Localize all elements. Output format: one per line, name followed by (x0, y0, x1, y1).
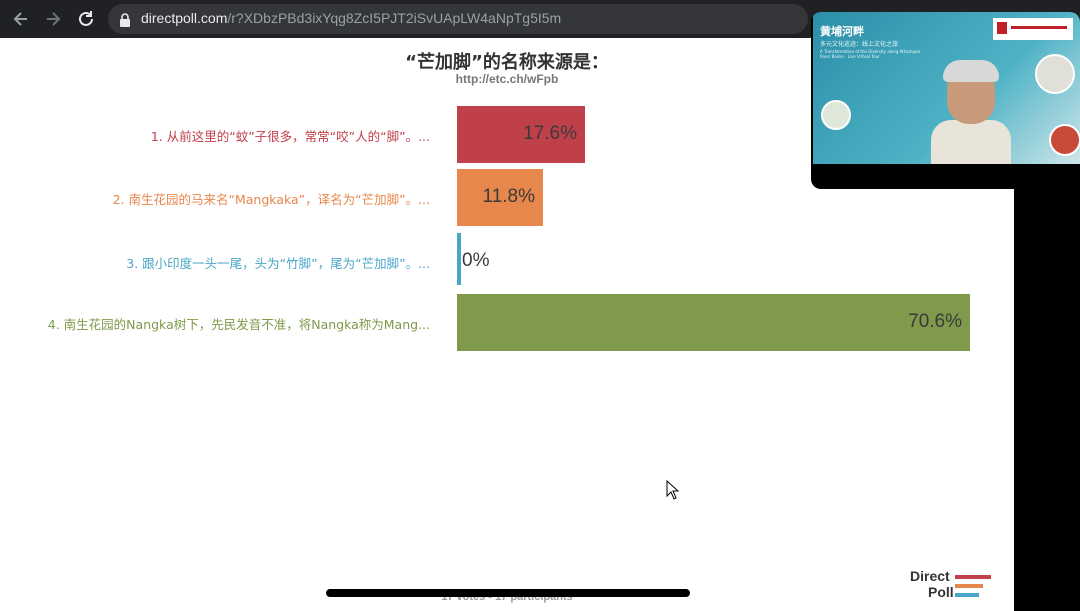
video-background: 黄埔河畔 多元文化巡迹：线上文化之旅 A Transformation of t… (813, 12, 1080, 164)
option-label: 3. 跟小印度一头一尾，头为“竹脚”，尾为“芒加脚”。... (126, 256, 430, 271)
address-bar[interactable]: directpoll.com/r?XDbzPBd3ixYqg8ZcI5PJT2i… (108, 4, 808, 34)
option-percent: 11.8% (482, 186, 535, 207)
option-label: 4. 南生花园的Nangka树下，先民发音不准，将Nangka称为Mang... (47, 317, 430, 332)
building-photo (821, 100, 851, 130)
presenter-video (925, 60, 1017, 164)
lock-icon[interactable] (118, 12, 132, 27)
url-text[interactable]: directpoll.com/r?XDbzPBd3ixYqg8ZcI5PJT2i… (141, 10, 561, 26)
video-subline: 多元文化巡迹：线上文化之旅 (820, 41, 899, 48)
mouse-cursor-icon (666, 479, 680, 504)
brand-line-1: Direct (910, 568, 950, 584)
option-label: 1. 从前这里的“蚊”子很多，常常“咬”人的“脚”。... (150, 129, 430, 144)
building-photo (1035, 54, 1075, 94)
brand-stripe-orange (955, 584, 983, 588)
forward-arrow-icon[interactable] (42, 8, 64, 30)
video-english-caption: A Transformation of the Diversity along … (820, 49, 920, 59)
url-host: directpoll.com (141, 10, 228, 26)
reload-icon[interactable] (75, 8, 97, 30)
option-percent: 70.6% (908, 311, 962, 332)
brand-stripe-red (955, 575, 991, 579)
partner-logo (993, 18, 1073, 40)
video-headline: 黄埔河畔 (820, 25, 864, 38)
option-percent: 17.6% (523, 123, 577, 144)
option-bar (457, 233, 461, 285)
url-path: /r?XDbzPBd3ixYqg8ZcI5PJT2iSvUApLW4aNpTg5… (227, 10, 562, 26)
brand-stripe-blue (955, 593, 979, 597)
option-bar (457, 294, 970, 351)
building-photo (1049, 124, 1080, 156)
option-label: 2. 南生花园的马来名“Mangkaka”，译名为“芒加脚”。... (112, 192, 430, 207)
horizontal-scrollbar[interactable] (326, 589, 690, 597)
option-percent: 0% (462, 250, 490, 271)
brand-line-2: Poll (928, 584, 954, 600)
video-call-window[interactable]: 黄埔河畔 多元文化巡迹：线上文化之旅 A Transformation of t… (811, 12, 1080, 189)
back-arrow-icon[interactable] (10, 8, 32, 30)
